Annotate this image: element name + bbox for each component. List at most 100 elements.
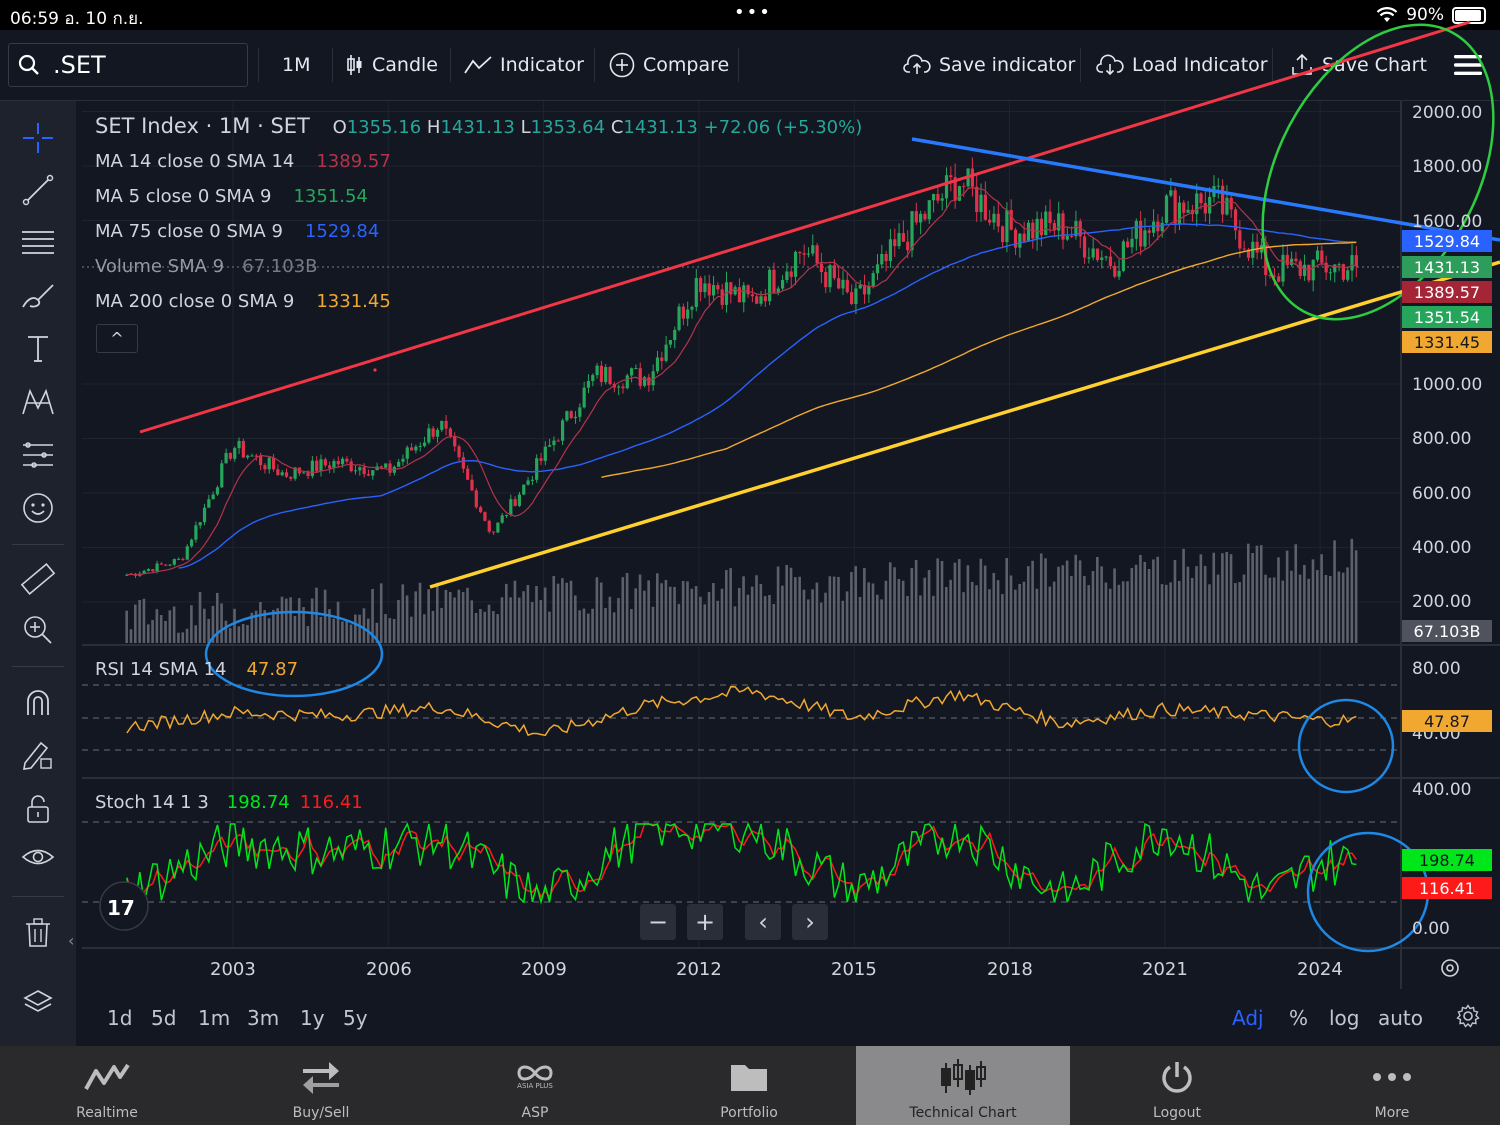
candle-body (556, 440, 560, 442)
volume-bar (604, 607, 607, 643)
legend-stoch[interactable]: Stoch 14 1 3 198.74 116.41 (95, 792, 363, 813)
candle-body (1108, 256, 1113, 266)
candle-body (263, 465, 267, 470)
candle-body (164, 564, 168, 566)
scroll-left-button[interactable]: ‹ (745, 904, 781, 940)
legend-rsi[interactable]: RSI 14 SMA 14 47.87 (95, 659, 298, 680)
candle-body (1160, 222, 1164, 232)
candle-body (565, 411, 569, 421)
volume-bar (185, 628, 189, 643)
collapse-legend-button[interactable]: ^ (96, 324, 138, 353)
volume-bar (431, 610, 435, 643)
candle-body (1208, 196, 1212, 214)
tab-more[interactable]: More (1285, 1046, 1499, 1125)
axis-settings-icon[interactable] (1441, 959, 1459, 977)
candle-body (569, 411, 573, 419)
candle-body (927, 200, 931, 220)
scroll-right-button[interactable]: › (792, 904, 828, 940)
candle-body (716, 285, 720, 290)
range-5d[interactable]: 5d (151, 1006, 176, 1030)
candle-body (832, 265, 836, 279)
volume-bar (664, 579, 668, 643)
candle-body (233, 448, 237, 459)
price-axis-label: 2000.00 (1412, 103, 1483, 123)
candle-body (1328, 272, 1333, 274)
volume-bar (789, 567, 793, 643)
candle-body (328, 465, 332, 469)
candle-body (431, 428, 435, 437)
candle-body (474, 490, 478, 508)
candle-body (224, 452, 228, 464)
candle-body (763, 296, 767, 302)
volume-bar (1195, 566, 1198, 643)
volume-bar (362, 608, 366, 643)
tab-portfolio[interactable]: Portfolio (642, 1046, 856, 1125)
volume-bar (880, 599, 883, 643)
volume-bar (768, 595, 771, 643)
legend-ma200[interactable]: MA 200 close 0 SMA 9 1331.45 (95, 291, 391, 312)
candle-body (582, 387, 586, 408)
candle-body (1087, 257, 1091, 259)
volume-bar (927, 570, 931, 643)
legend-ma75[interactable]: MA 75 close 0 SMA 9 1529.84 (95, 221, 379, 242)
volume-bar (1208, 584, 1211, 643)
volume-bar (1203, 565, 1207, 643)
candle-body (768, 269, 772, 302)
zoom-in-button[interactable]: + (687, 904, 723, 940)
zoom-out-button[interactable]: − (640, 904, 676, 940)
volume-bar (284, 598, 288, 643)
candle-body (1091, 248, 1095, 258)
candle-body (897, 233, 901, 247)
volume-bar (410, 616, 413, 643)
range-5y[interactable]: 5y (343, 1006, 368, 1030)
tab-asp[interactable]: ASIA PLUS ASP (428, 1046, 642, 1125)
volume-bar (168, 610, 172, 643)
candle-body (379, 466, 383, 468)
adj-toggle[interactable]: Adj (1232, 1006, 1264, 1030)
legend-ma5[interactable]: MA 5 close 0 SMA 9 1351.54 (95, 186, 368, 207)
candle-body (409, 447, 414, 451)
price-axis-label: 600.00 (1412, 484, 1472, 504)
candle-body (850, 292, 854, 304)
candle-body (858, 284, 862, 289)
volume-bar (815, 582, 819, 643)
legend-ma14[interactable]: MA 14 close 0 SMA 14 1389.57 (95, 151, 391, 172)
tab-buy-sell[interactable]: Buy/Sell (214, 1046, 428, 1125)
infinity-logo-icon (517, 1065, 553, 1081)
tab-logout[interactable]: Logout (1070, 1046, 1284, 1125)
candle-body (1298, 261, 1302, 276)
auto-toggle[interactable]: auto (1378, 1006, 1423, 1030)
candle-body (457, 446, 461, 458)
volume-bar (1061, 565, 1065, 643)
volume-bar (1186, 566, 1190, 643)
candle-body (500, 515, 504, 523)
range-1m[interactable]: 1m (198, 1006, 230, 1030)
candle-body (970, 168, 975, 187)
volume-bar (293, 615, 297, 643)
volume-bar (526, 584, 530, 643)
chart-settings-button[interactable] (1456, 1004, 1480, 1033)
tab-technical-chart[interactable]: Technical Chart (856, 1046, 1070, 1125)
volume-bar (746, 594, 750, 643)
volume-bar (1268, 577, 1272, 643)
legend-volume[interactable]: Volume SMA 9 67.103B (95, 256, 317, 277)
volume-bar (207, 618, 210, 643)
volume-bar (992, 572, 996, 643)
candle-body (448, 428, 453, 437)
volume-bar (470, 600, 474, 643)
log-toggle[interactable]: log (1329, 1006, 1360, 1030)
range-1y[interactable]: 1y (300, 1006, 325, 1030)
candle-body (228, 452, 233, 459)
candle-body (470, 479, 474, 491)
volume-bar (1065, 560, 1069, 643)
volume-bar (569, 580, 573, 643)
candle-body (1186, 209, 1190, 213)
volume-bar (336, 601, 340, 643)
candle-body (1277, 276, 1281, 282)
range-1d[interactable]: 1d (107, 1006, 132, 1030)
tab-realtime[interactable]: Realtime (0, 1046, 214, 1125)
yellow-trendline[interactable] (429, 260, 1500, 589)
volume-bar (936, 558, 939, 643)
percent-toggle[interactable]: % (1289, 1006, 1308, 1030)
range-3m[interactable]: 3m (247, 1006, 279, 1030)
